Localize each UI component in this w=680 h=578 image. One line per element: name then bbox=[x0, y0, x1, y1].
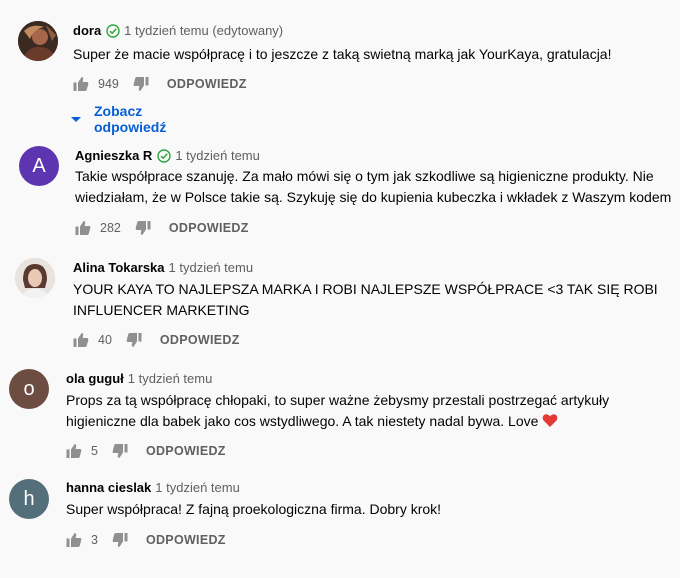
view-replies-button[interactable]: Zobacz odpowiedź bbox=[70, 103, 166, 135]
heart-icon bbox=[542, 413, 558, 428]
comment-time[interactable]: 1 tydzień temu bbox=[155, 480, 240, 495]
comment-text-line: higieniczne dla babek jako cos wstydliwe… bbox=[66, 412, 539, 429]
comment-time[interactable]: 1 tydzień temu (edytowany) bbox=[124, 23, 283, 38]
like-button[interactable] bbox=[66, 443, 82, 459]
like-button[interactable] bbox=[73, 332, 89, 348]
dislike-button[interactable] bbox=[112, 443, 128, 459]
comment-time[interactable]: 1 tydzień temu bbox=[169, 260, 254, 275]
chevron-down-icon bbox=[70, 111, 82, 127]
comment-text: YOUR KAYA TO NAJLEPSZA MARKA I ROBI NAJL… bbox=[73, 279, 663, 320]
verified-icon bbox=[106, 23, 120, 38]
comment-text-line: Takie współprace szanuję. Za mało mówi s… bbox=[75, 168, 654, 184]
reply-button[interactable]: ODPOWIEDZ bbox=[146, 444, 226, 458]
avatar[interactable] bbox=[18, 21, 58, 61]
like-count: 3 bbox=[91, 533, 98, 547]
author-name[interactable]: Agnieszka R bbox=[75, 148, 152, 163]
author-name[interactable]: ola guguł bbox=[66, 371, 124, 386]
avatar-letter: o bbox=[23, 377, 35, 400]
dislike-button[interactable] bbox=[133, 76, 149, 92]
dislike-button[interactable] bbox=[112, 532, 128, 548]
comment-text: Super współpraca! Z fajną proekologiczna… bbox=[66, 501, 442, 517]
dislike-button[interactable] bbox=[135, 220, 151, 236]
like-button[interactable] bbox=[73, 76, 89, 92]
avatar[interactable]: A bbox=[19, 146, 59, 186]
dislike-button[interactable] bbox=[126, 332, 142, 348]
like-count: 949 bbox=[98, 77, 119, 91]
comment-text-line: YOUR KAYA TO NAJLEPSZA MARKA I ROBI NAJL… bbox=[73, 281, 658, 297]
author-name[interactable]: hanna cieslak bbox=[66, 480, 151, 495]
comment-text-line: INFLUENCER MARKETING bbox=[73, 301, 250, 318]
author-name[interactable]: dora bbox=[73, 23, 101, 38]
author-name[interactable]: Alina Tokarska bbox=[73, 260, 165, 275]
comment-text: Super że macie współpracę i to jeszcze z… bbox=[73, 46, 612, 62]
reply-button[interactable]: ODPOWIEDZ bbox=[146, 533, 226, 547]
avatar[interactable]: o bbox=[9, 369, 49, 409]
avatar[interactable] bbox=[15, 258, 55, 298]
like-count: 40 bbox=[98, 333, 112, 347]
reply-button[interactable]: ODPOWIEDZ bbox=[169, 221, 249, 235]
like-button[interactable] bbox=[66, 532, 82, 548]
reply-button[interactable]: ODPOWIEDZ bbox=[160, 333, 240, 347]
comment-time[interactable]: 1 tydzień temu bbox=[175, 148, 260, 163]
comment-text: Takie współprace szanuję. Za mało mówi s… bbox=[75, 166, 675, 207]
like-count: 5 bbox=[91, 444, 98, 458]
comment-time[interactable]: 1 tydzień temu bbox=[128, 371, 213, 386]
like-button[interactable] bbox=[75, 220, 91, 236]
verified-icon bbox=[157, 148, 172, 163]
comment-text: Props za tą współpracę chłopaki, to supe… bbox=[66, 390, 666, 431]
view-replies-label: Zobacz odpowiedź bbox=[94, 103, 167, 135]
comment-text-line: wiedziałam, że w Polsce takie są. Szykuj… bbox=[75, 188, 672, 205]
comment-text-line: Props za tą współpracę chłopaki, to supe… bbox=[66, 392, 610, 408]
like-count: 282 bbox=[100, 221, 121, 235]
avatar[interactable]: h bbox=[9, 479, 49, 519]
reply-button[interactable]: ODPOWIEDZ bbox=[167, 77, 247, 91]
avatar-letter: A bbox=[32, 154, 46, 177]
avatar-letter: h bbox=[23, 487, 35, 510]
